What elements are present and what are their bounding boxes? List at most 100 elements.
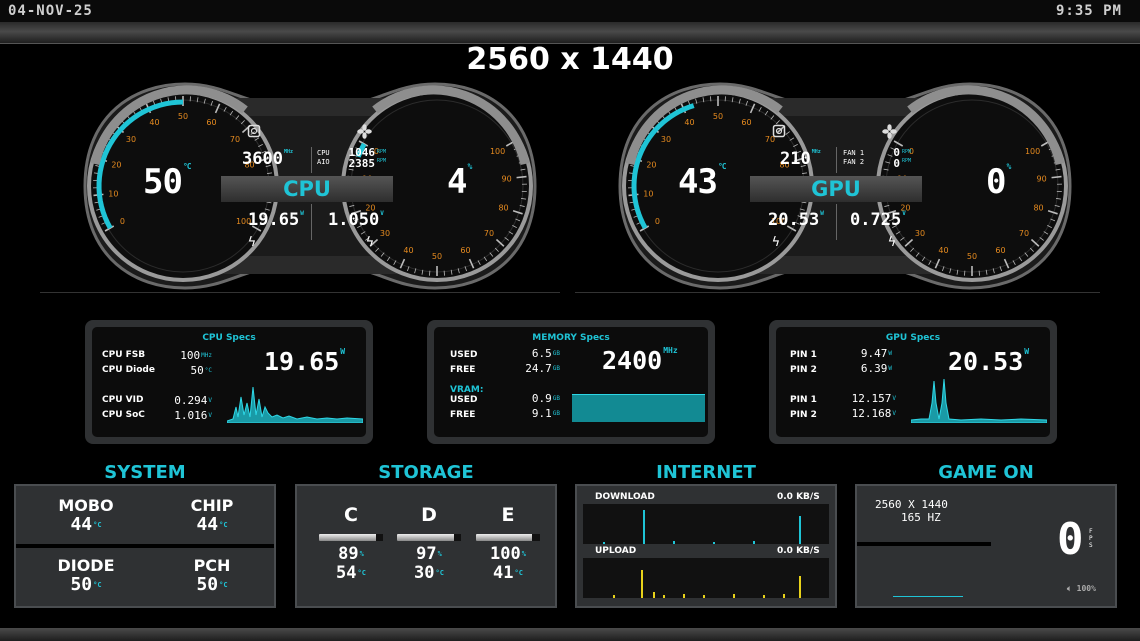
- gpu-temp-value: 43: [678, 162, 718, 202]
- gpu-voltage-readout: 0.725V: [850, 210, 906, 230]
- cpu-power-graph: [227, 386, 363, 423]
- mem-used-value: 6.5: [531, 347, 552, 360]
- drive-c-usage: 89: [338, 544, 359, 564]
- cpu-load-scale-label: 50: [432, 252, 442, 261]
- bottom-rail: [0, 628, 1140, 641]
- gpu-temp-scale-label: 20: [646, 160, 656, 169]
- gpu-load-tick: [1051, 175, 1062, 179]
- vram-free-label: FREE: [450, 410, 476, 420]
- cpu-temp-value: 50: [143, 162, 183, 202]
- gpu-voltage-bolt-icon: ϟ: [888, 235, 896, 250]
- gpu-fan1-label: FAN 1: [843, 149, 865, 157]
- vram-used-unit: GB: [552, 395, 560, 402]
- cpu-fan2-label: AIO: [317, 158, 330, 166]
- gpu-temp-readout: 43°C: [678, 162, 727, 202]
- cpu-temp-scale-label: 40: [149, 118, 159, 127]
- gpu-specs-power: 20.53W: [948, 347, 1029, 376]
- gpu-power-graph: [911, 378, 1047, 423]
- gpu-pin-values-bottom: 12.157V 12.168V: [840, 391, 896, 421]
- gpu-load-scale-label: 60: [995, 246, 1005, 255]
- drive-d-temp: 30: [414, 563, 435, 583]
- cpu-temp-unit: °C: [182, 162, 192, 171]
- gpu-voltage-unit: V: [902, 210, 906, 217]
- mem-used-label: USED: [450, 350, 478, 360]
- cpu-fan1-unit: RPM: [377, 149, 387, 155]
- gpu-load-scale-label: 100: [1025, 147, 1040, 156]
- cpu-specs-power: 19.65W: [264, 347, 345, 376]
- gpu-fan-values: 00: [880, 147, 900, 169]
- cpu-fan-units: RPM RPM: [377, 148, 386, 166]
- cpu-voltage-bolt-icon: ϟ: [366, 235, 374, 250]
- top-rail: [0, 22, 1140, 44]
- cpu-fsb-unit: MHz: [201, 352, 212, 359]
- drive-d-bar-fill: [453, 534, 461, 541]
- drive-d-bar: [397, 534, 461, 541]
- gpu-pin2-value: 6.39: [860, 362, 888, 375]
- storage-box: C 89% 54°C D 97% 30°C E 100% 41°C: [295, 484, 557, 608]
- status-bar: 04-NOV-25 9:35 PM: [0, 0, 1140, 22]
- gpu-pin-labels-top: PIN 1 PIN 2: [790, 348, 817, 378]
- cpu-specs-panel: CPU Specs CPU FSB CPU Diode 100MHz 50°C 19…: [85, 320, 373, 444]
- gpu-specs-panel: GPU Specs PIN 1 PIN 2 9.47W 6.39W 20.53W P…: [769, 320, 1057, 444]
- cpu-clock-value: 3600: [242, 149, 283, 169]
- cpu-temp-scale-label: 30: [126, 135, 136, 144]
- cpu-diode-value: 50: [190, 364, 204, 377]
- cpu-clock-readout: 3600MHz: [242, 149, 293, 169]
- gpu-pin2v-value: 12.168: [851, 407, 892, 420]
- system-diode: DIODE 50°C: [36, 556, 136, 595]
- cpu-title-bar: CPU: [221, 176, 393, 202]
- gpu-pin-labels-bottom: PIN 1 PIN 2: [790, 393, 817, 423]
- drive-c-usage-unit: %: [359, 550, 364, 558]
- game-resolution: 2560 X 1440: [875, 498, 948, 511]
- gpu-pin1v-value: 12.157: [851, 392, 892, 405]
- gpu-load-scale-label: 50: [967, 252, 977, 261]
- cpu-vid-value: 0.294: [174, 394, 208, 407]
- chip-value: 44: [196, 514, 219, 535]
- cpu-specs-labels-top: CPU FSB CPU Diode: [102, 348, 155, 378]
- cpu-load-unit: %: [467, 162, 472, 171]
- gpu-fan-units: RPM RPM: [902, 148, 911, 166]
- pch-value: 50: [196, 574, 219, 595]
- drive-c: C 89% 54°C: [319, 504, 383, 583]
- cpu-temp-scale-label: 60: [206, 118, 216, 127]
- gpu-pin1-unit: W: [888, 350, 892, 357]
- gpu-temp-scale-label: 40: [684, 118, 694, 127]
- game-section-title: GAME ON: [938, 462, 1034, 483]
- mem-clock-unit: MHz: [663, 346, 678, 355]
- upload-label: UPLOAD: [595, 546, 637, 556]
- date-display: 04-NOV-25: [8, 3, 93, 19]
- drive-d-temp-unit: °C: [435, 569, 444, 577]
- drive-c-temp-unit: °C: [357, 569, 366, 577]
- cpu-diode-label: CPU Diode: [102, 365, 155, 375]
- gpu-pin2-label: PIN 2: [790, 365, 817, 375]
- cpu-load-readout: 4%: [447, 162, 472, 202]
- mobo-value: 44: [70, 514, 93, 535]
- drive-e-bar: [476, 534, 540, 541]
- gpu-fan1-unit: RPM: [902, 149, 912, 155]
- vram-used-value: 0.9: [531, 392, 552, 405]
- drive-e-bar-fill: [532, 534, 540, 541]
- gpu-specs-title: GPU Specs: [885, 333, 941, 343]
- gpu-power-bolt-icon: ϟ: [772, 235, 780, 250]
- gpu-power-value: 20.53: [768, 210, 820, 230]
- drive-e-usage: 100: [490, 544, 521, 564]
- gpu-temp-scale-label: 10: [643, 189, 653, 198]
- cpu-soc-unit: V: [208, 412, 212, 419]
- cpu-fan-values: 1046 2385: [341, 147, 376, 169]
- gpu-load-scale-label: 80: [1033, 204, 1043, 213]
- volume-indicator: 🔈︎ 100%: [1067, 584, 1096, 594]
- download-rate: 0.0 KB/S: [777, 492, 820, 502]
- resolution-title: 2560 x 1440: [466, 42, 674, 77]
- gpu-specs-power-value: 20.53: [948, 347, 1024, 376]
- cpu-voltage-value: 1.050: [328, 210, 380, 230]
- drive-c-label: C: [344, 504, 358, 526]
- gpu-load-scale-label: 70: [1019, 229, 1029, 238]
- cpu-bottom-bezel: [223, 256, 397, 274]
- gpu-pin1-value: 9.47: [860, 347, 888, 360]
- cpu-load-scale-label: 30: [380, 229, 390, 238]
- gpu-bottom-bezel: [758, 256, 932, 274]
- gpu-load-value: 0: [986, 162, 1007, 202]
- storage-section-title: STORAGE: [378, 462, 474, 483]
- cpu-power-readout: 19.65W: [248, 210, 304, 230]
- cpu-load-value: 4: [447, 162, 468, 202]
